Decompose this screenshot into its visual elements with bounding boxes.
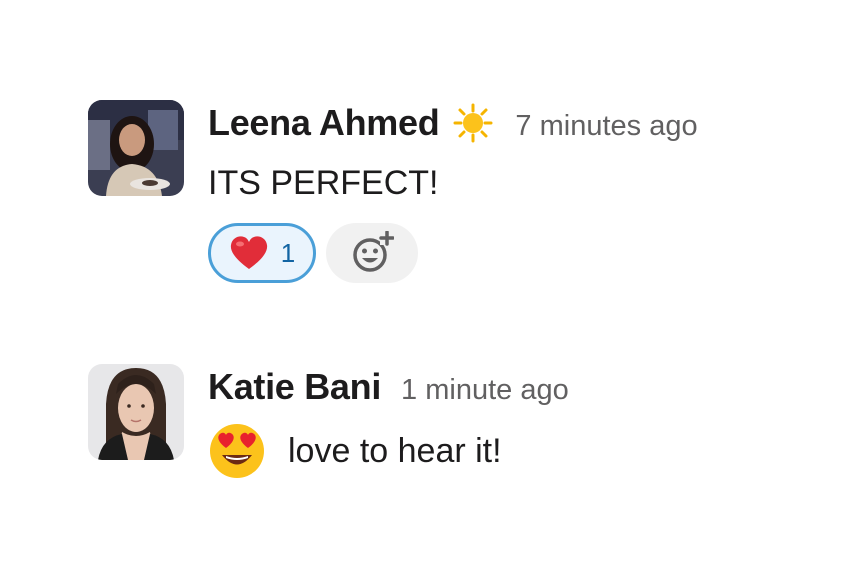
avatar-photo <box>88 100 184 196</box>
heart-icon <box>230 236 267 269</box>
reaction-count: 1 <box>280 237 296 268</box>
sun-icon <box>453 103 493 143</box>
avatar-photo <box>88 364 184 460</box>
timestamp[interactable]: 1 minute ago <box>401 368 569 407</box>
message-item[interactable]: Katie Bani 1 minute ago love to hear it! <box>88 364 569 480</box>
add-reaction-button[interactable] <box>326 223 418 283</box>
heart-eyes-emoji-icon <box>210 424 264 478</box>
add-reaction-icon <box>353 231 394 272</box>
reaction-heart-button[interactable]: 1 <box>208 223 316 283</box>
message-item[interactable]: Leena Ahmed 7 minutes ago ITS PERFECT! 1 <box>88 100 698 283</box>
author-name[interactable]: Katie Bani <box>208 366 381 408</box>
message-text: love to hear it! <box>288 431 502 470</box>
message-text: ITS PERFECT! <box>208 164 439 202</box>
author-name[interactable]: Leena Ahmed <box>208 102 440 144</box>
reactions-bar: 1 <box>208 223 698 283</box>
avatar[interactable] <box>88 364 184 460</box>
message-text-row: love to hear it! <box>208 422 569 480</box>
avatar[interactable] <box>88 100 184 196</box>
timestamp[interactable]: 7 minutes ago <box>515 104 697 143</box>
